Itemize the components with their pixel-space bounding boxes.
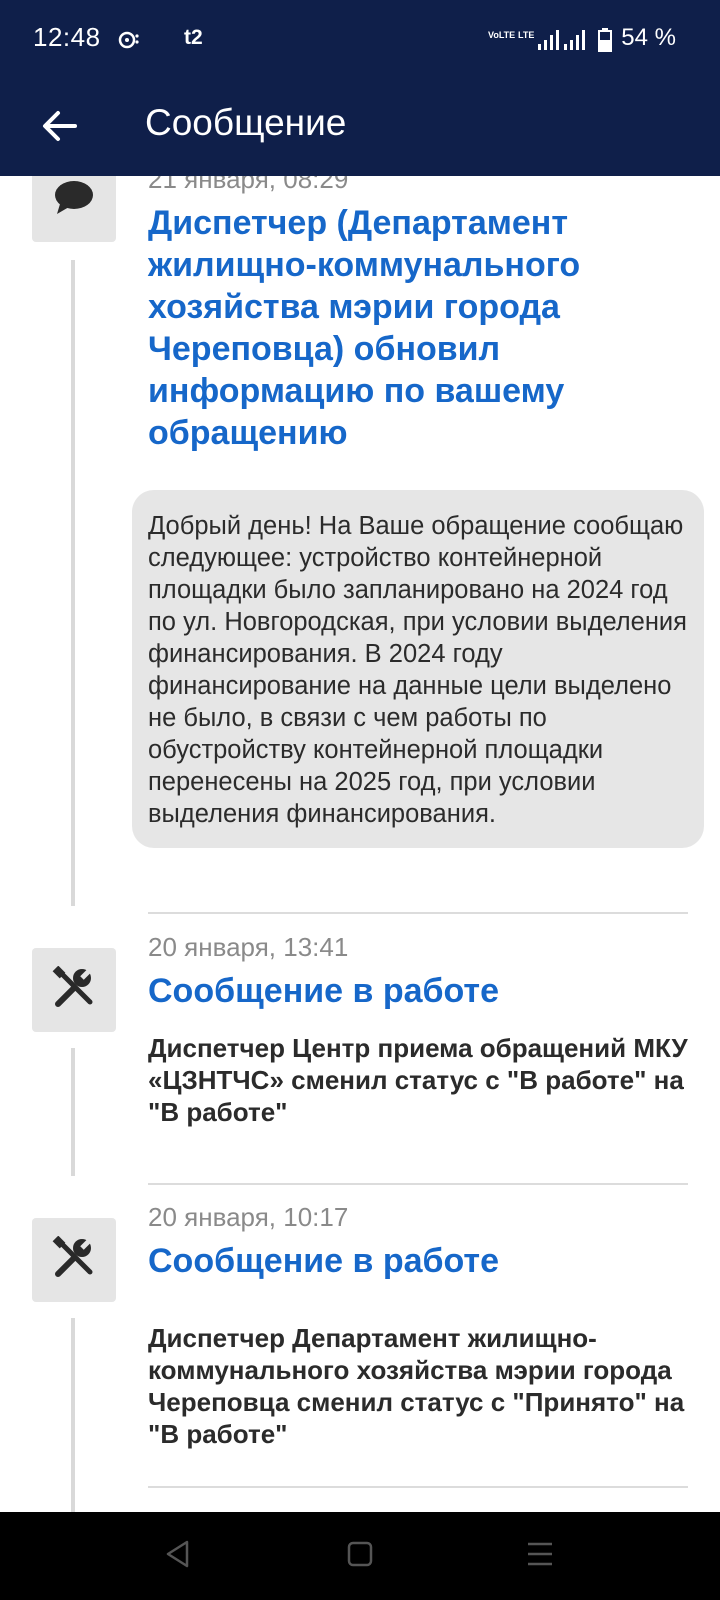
lte-label: LTE — [518, 30, 535, 40]
nav-back-button[interactable] — [156, 1534, 200, 1578]
nav-home-icon — [346, 1540, 374, 1573]
divider — [148, 1486, 688, 1488]
status-time: 12:48 — [33, 22, 101, 52]
timeline-title[interactable]: Диспетчер (Департамент жилищно-коммуналь… — [148, 202, 688, 454]
signal-icon-2 — [564, 30, 586, 55]
battery-icon — [598, 28, 612, 57]
nav-home-button[interactable] — [338, 1534, 382, 1578]
chat-bubble-icon — [54, 180, 94, 221]
timeline-date: 20 января, 10:17 — [148, 1202, 349, 1232]
app-bar: Сообщение — [0, 80, 720, 176]
system-nav-bar — [0, 1512, 720, 1600]
timeline-line — [71, 260, 75, 906]
tools-icon — [52, 1235, 96, 1285]
divider — [148, 1183, 688, 1185]
timeline-text: Диспетчер Департамент жилищно-коммунальн… — [148, 1323, 685, 1449]
timeline-line — [71, 1318, 75, 1512]
timeline-icon-box — [32, 948, 116, 1032]
timeline-icon-box — [32, 1218, 116, 1302]
nav-menu-icon — [525, 1540, 555, 1573]
back-button[interactable] — [30, 98, 90, 158]
timeline-date: 21 января, 08:29 — [148, 176, 349, 194]
page-title: Сообщение — [145, 102, 347, 143]
nav-back-icon — [163, 1539, 193, 1574]
tools-icon — [52, 965, 96, 1015]
timeline: 21 января, 08:29 Диспетчер (Департамент … — [0, 176, 720, 1512]
signal-icon-1 — [538, 30, 560, 55]
arrow-back-icon — [42, 110, 78, 147]
timeline-title[interactable]: Сообщение в работе — [148, 970, 688, 1012]
carrier-label: t2 — [184, 26, 203, 49]
timeline-icon-box — [32, 176, 116, 242]
timeline-title[interactable]: Сообщение в работе — [148, 1240, 688, 1282]
timeline-text: Диспетчер Центр приема обращений МКУ «ЦЗ… — [148, 1033, 688, 1127]
notification-icon — [118, 30, 140, 55]
timeline-date: 20 января, 13:41 — [148, 932, 349, 962]
status-bar: 12:48 t2 VoLTE LTE 54 % — [0, 0, 720, 80]
battery-percent: 54 % — [621, 24, 676, 51]
nav-menu-button[interactable] — [518, 1534, 562, 1578]
volte-label: VoLTE — [488, 30, 516, 40]
timeline-line — [71, 1048, 75, 1176]
message-bubble: Добрый день! На Ваше обращение сообщаю с… — [132, 490, 704, 848]
divider — [148, 912, 688, 914]
